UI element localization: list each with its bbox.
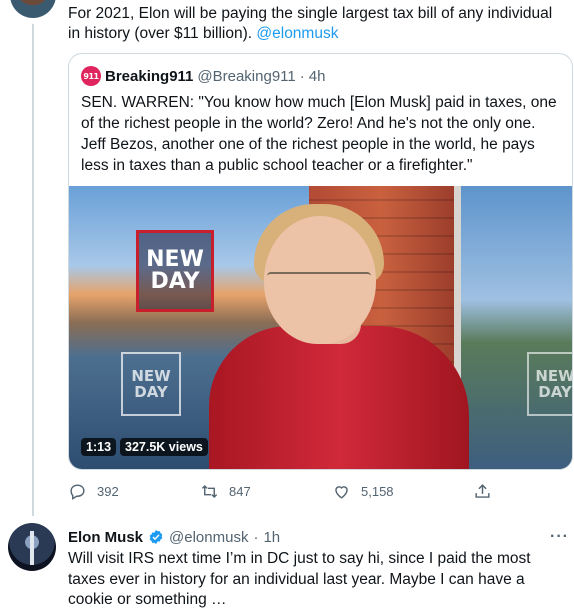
quoted-author-name[interactable]: Breaking911 bbox=[105, 68, 193, 85]
share-icon bbox=[475, 484, 490, 498]
quoted-tweet-text: SEN. WARREN: "You know how much [Elon Mu… bbox=[81, 94, 557, 174]
main-tweet-avatar[interactable] bbox=[10, 0, 56, 18]
elon-musk-avatar[interactable] bbox=[8, 523, 56, 571]
retweet-count: 847 bbox=[229, 484, 251, 499]
main-tweet-text: For 2021, Elon will be paying the single… bbox=[68, 4, 558, 44]
reply-icon bbox=[70, 484, 85, 500]
heart-icon bbox=[335, 486, 348, 499]
show-logo-line2: DAY bbox=[150, 269, 200, 294]
retweet-button[interactable]: 847 bbox=[200, 482, 251, 501]
mention-link[interactable]: @elonmusk bbox=[256, 25, 338, 42]
show-logo-right: NEW DAY bbox=[527, 352, 573, 416]
quoted-timestamp[interactable]: 4h bbox=[309, 68, 326, 85]
show-logo-right-line2: DAY bbox=[538, 383, 572, 401]
like-count: 5,158 bbox=[361, 484, 394, 499]
show-logo-line1: NEW bbox=[146, 247, 204, 272]
reply-tweet-header: Elon Musk @elonmusk · 1h bbox=[68, 527, 280, 547]
reply-author-handle[interactable]: @elonmusk bbox=[169, 529, 248, 546]
video-view-count: 327.5K views bbox=[120, 438, 208, 456]
like-button[interactable]: 5,158 bbox=[332, 482, 394, 501]
thread-line bbox=[32, 24, 34, 516]
speaker-glasses bbox=[267, 272, 371, 292]
share-button[interactable] bbox=[473, 482, 492, 501]
show-logo-desk: NEW DAY bbox=[121, 352, 181, 416]
show-logo-desk-line2: DAY bbox=[134, 383, 168, 401]
meta-separator: · bbox=[253, 528, 259, 546]
reply-tweet-text: Will visit IRS next time I’m in DC just … bbox=[68, 550, 531, 608]
video-badges: 1:13 327.5K views bbox=[81, 438, 208, 456]
meta-separator: · bbox=[299, 67, 305, 85]
reply-button[interactable]: 392 bbox=[68, 482, 119, 501]
set-window-panel bbox=[461, 186, 572, 469]
quoted-tweet-card[interactable]: 911 Breaking911 @Breaking911 · 4h SEN. W… bbox=[68, 53, 573, 470]
breaking911-avatar[interactable]: 911 bbox=[81, 66, 101, 86]
retweet-icon bbox=[201, 484, 218, 499]
quoted-author-handle[interactable]: @Breaking911 bbox=[197, 68, 295, 85]
more-options-icon[interactable]: ··· bbox=[550, 528, 569, 546]
reply-timestamp[interactable]: 1h bbox=[263, 529, 280, 546]
verified-badge-icon bbox=[149, 530, 163, 544]
show-logo-desk-line1: NEW bbox=[131, 367, 171, 385]
tweet-action-bar: 392 847 5,158 bbox=[68, 482, 498, 504]
quoted-tweet-header: 911 Breaking911 @Breaking911 · 4h bbox=[81, 66, 325, 86]
speaker-jacket bbox=[209, 326, 469, 469]
show-logo-main: NEW DAY bbox=[136, 230, 214, 312]
reply-author-name[interactable]: Elon Musk bbox=[68, 529, 143, 546]
video-player[interactable]: NEW DAY NEW DAY NEW DAY 1:13 327.5K view… bbox=[69, 186, 573, 469]
show-logo-right-line1: NEW bbox=[535, 367, 573, 385]
reply-count: 392 bbox=[97, 484, 119, 499]
video-duration: 1:13 bbox=[81, 438, 117, 456]
